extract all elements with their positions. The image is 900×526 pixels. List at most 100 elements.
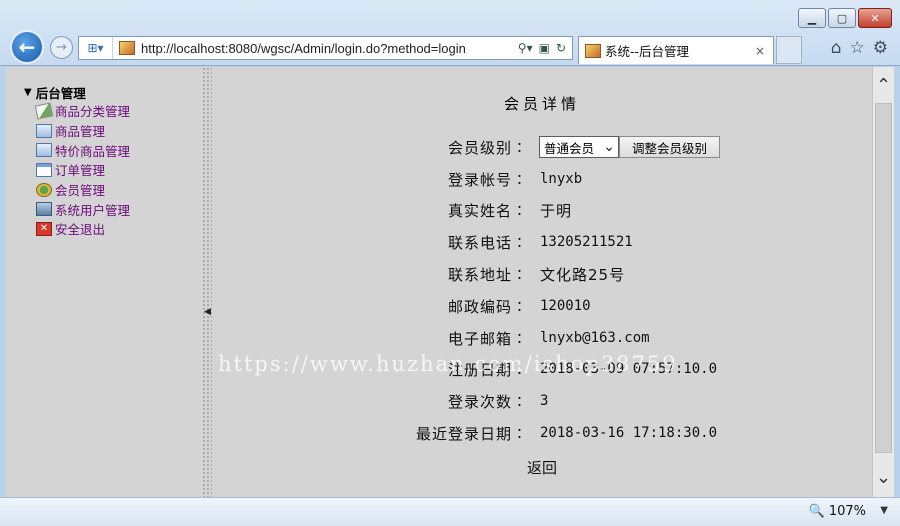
field-colon: ： xyxy=(516,394,530,410)
adjust-level-button[interactable]: 调整会员级别 xyxy=(619,136,721,158)
sidebar-item-label: 特价商品管理 xyxy=(55,143,131,159)
field-value: lnyxb@163.com xyxy=(540,330,650,346)
row-email: 电子邮箱 ： lnyxb@163.com xyxy=(372,326,650,350)
triangle-down-icon: ▼ xyxy=(24,87,32,98)
sidebar-menu: 商品分类管理 商品管理 特价商品管理 订单管理 会员管理 系统用户管理 ✕ 安全… xyxy=(34,101,131,239)
zoom-magnifier-icon: 🔍 xyxy=(808,504,825,519)
sidebar-item-product[interactable]: 商品管理 xyxy=(36,121,130,141)
row-logincount: 登录次数 ： 3 xyxy=(372,389,548,413)
site-favicon-icon xyxy=(119,41,135,55)
field-label: 登录帐号 xyxy=(447,170,512,189)
refresh-icon[interactable]: ↻ xyxy=(556,41,566,55)
field-colon: ： xyxy=(516,426,530,442)
row-realname: 真实姓名 ： 于明 xyxy=(372,198,572,222)
sidebar-item-logout[interactable]: ✕ 安全退出 xyxy=(36,219,130,239)
row-regdate: 注册日期 ： 2018-03-09 07:57:10.0 xyxy=(372,357,717,381)
status-bar: 🔍 107% ▼ xyxy=(0,497,900,526)
field-colon: ： xyxy=(516,140,530,156)
field-label: 电子邮箱 xyxy=(447,329,512,348)
collapse-arrow-icon[interactable]: ◀ xyxy=(204,307,211,317)
chevron-down-icon: ⌄ xyxy=(603,139,615,155)
scroll-thumb[interactable] xyxy=(875,103,892,453)
zoom-dropdown-icon[interactable]: ▼ xyxy=(880,505,888,516)
field-label: 最近登录日期 xyxy=(415,424,512,443)
back-arrow-icon: ← xyxy=(18,35,36,59)
category-icon xyxy=(34,102,54,120)
settings-gear-icon[interactable]: ⚙ xyxy=(873,38,888,58)
field-value: 120010 xyxy=(540,298,591,314)
favorites-star-icon[interactable]: ☆ xyxy=(850,38,865,58)
window-controls: ▁ ▢ ✕ xyxy=(798,8,892,28)
sidebar-item-label: 系统用户管理 xyxy=(55,202,131,218)
address-url[interactable]: http://localhost:8080/wgsc/Admin/login.d… xyxy=(141,41,512,56)
sidebar-item-label: 安全退出 xyxy=(55,222,106,238)
special-product-icon xyxy=(36,143,52,158)
field-colon: ： xyxy=(516,331,530,347)
sidebar-item-order[interactable]: 订单管理 xyxy=(36,160,130,180)
row-address: 联系地址 ： 文化路25号 xyxy=(372,262,625,286)
field-colon: ： xyxy=(516,299,530,315)
row-level: 会员级别 ： 普通会员 ⌄ 调整会员级别 xyxy=(372,135,721,159)
address-tools: ⚲▾ ▣ ↻ xyxy=(512,41,572,55)
compat-icon[interactable]: ▣ xyxy=(539,41,550,55)
field-label: 邮政编码 xyxy=(447,297,512,316)
sidebar-item-label: 商品分类管理 xyxy=(55,104,131,120)
frame-splitter[interactable]: ◀ xyxy=(202,67,212,497)
home-icon[interactable]: ⌂ xyxy=(831,38,842,58)
close-window-button[interactable]: ✕ xyxy=(858,8,892,28)
sidebar-item-special[interactable]: 特价商品管理 xyxy=(36,140,130,160)
scroll-up-icon[interactable]: ⌃ xyxy=(873,75,894,97)
field-label: 登录次数 xyxy=(447,392,512,411)
search-icon[interactable]: ⚲▾ xyxy=(518,41,533,55)
field-colon: ： xyxy=(516,172,530,188)
return-link[interactable]: 返回 xyxy=(527,457,557,478)
field-value: 13205211521 xyxy=(540,234,633,250)
field-label: 真实姓名 xyxy=(447,201,512,220)
field-colon: ： xyxy=(516,203,530,219)
field-colon: ： xyxy=(516,362,530,378)
field-value: 2018-03-09 07:57:10.0 xyxy=(540,361,718,377)
product-icon xyxy=(36,123,52,138)
row-phone: 联系电话 ： 13205211521 xyxy=(372,230,633,254)
tab-active[interactable]: 系统--后台管理 × xyxy=(578,36,774,64)
toolbar-icons: ⌂ ☆ ⚙ xyxy=(831,38,888,58)
minimize-button[interactable]: ▁ xyxy=(798,8,826,28)
sidebar-item-category[interactable]: 商品分类管理 xyxy=(34,101,131,121)
new-tab-button[interactable] xyxy=(776,36,802,64)
field-value: lnyxb xyxy=(540,171,583,187)
maximize-button[interactable]: ▢ xyxy=(828,8,856,28)
field-label: 注册日期 xyxy=(447,360,512,379)
field-label: 会员级别 xyxy=(447,138,512,157)
back-button[interactable]: ← xyxy=(10,30,44,64)
field-colon: ： xyxy=(516,235,530,251)
vertical-scrollbar[interactable]: ⌃ ⌄ xyxy=(872,67,894,497)
user-icon xyxy=(36,202,52,217)
sidebar-item-sysuser[interactable]: 系统用户管理 xyxy=(36,199,130,219)
zoom-level: 107% xyxy=(828,504,866,519)
sidebar: ▼ 后台管理 商品分类管理 商品管理 特价商品管理 订单管理 会员管理 系统用户… xyxy=(6,67,202,497)
member-level-select[interactable]: 普通会员 ⌄ xyxy=(539,136,619,158)
page-viewport: ▼ 后台管理 商品分类管理 商品管理 特价商品管理 订单管理 会员管理 系统用户… xyxy=(6,67,894,497)
sidebar-item-member[interactable]: 会员管理 xyxy=(36,180,130,200)
row-postcode: 邮政编码 ： 120010 xyxy=(372,294,591,318)
order-icon xyxy=(36,162,52,177)
field-value: 文化路25号 xyxy=(540,265,626,284)
browser-chrome: ▁ ▢ ✕ ← → ⊞▾ http://localhost:8080/wgsc/… xyxy=(0,0,900,66)
compatibility-view-icon[interactable]: ⊞▾ xyxy=(79,37,113,59)
field-value: 于明 xyxy=(540,201,573,220)
row-lastlogin: 最近登录日期 ： 2018-03-16 17:18:30.0 xyxy=(372,421,717,445)
forward-button[interactable]: → xyxy=(50,36,73,59)
sidebar-item-label: 商品管理 xyxy=(55,124,106,140)
sidebar-item-label: 会员管理 xyxy=(55,183,106,199)
forward-arrow-icon: → xyxy=(56,40,67,55)
sidebar-root[interactable]: ▼ 后台管理 xyxy=(24,83,86,102)
member-level-selected: 普通会员 xyxy=(544,140,595,156)
field-colon: ： xyxy=(516,267,530,283)
address-bar[interactable]: ⊞▾ http://localhost:8080/wgsc/Admin/logi… xyxy=(78,36,573,60)
scroll-down-icon[interactable]: ⌄ xyxy=(873,467,894,489)
field-label: 联系电话 xyxy=(447,233,512,252)
tab-favicon-icon xyxy=(585,43,601,58)
tab-close-icon[interactable]: × xyxy=(755,44,773,58)
zoom-control[interactable]: 🔍 107% xyxy=(809,504,866,519)
field-value: 2018-03-16 17:18:30.0 xyxy=(540,425,718,441)
